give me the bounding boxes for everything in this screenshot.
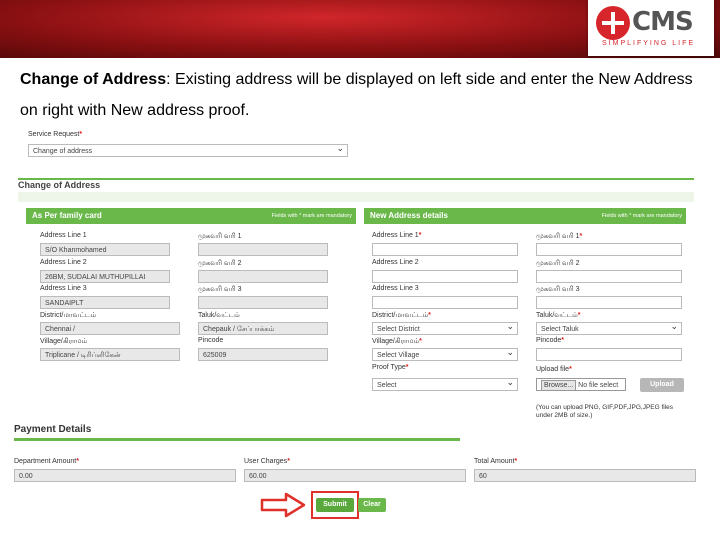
right-taluk-label: Taluk/வட்டம்* (536, 312, 581, 319)
left-address-2-field: 26BM, SUDALAI MUTHUPILLAI (40, 270, 170, 283)
right-proof-type-select[interactable]: Select (372, 378, 518, 391)
logo-name: cms (632, 7, 694, 37)
right-upload-label: Upload file* (536, 366, 572, 373)
form-screenshot: Service Request* Change of address Chang… (8, 128, 712, 536)
browse-button[interactable]: Browse... (541, 380, 577, 390)
right-address-2-label: Address Line 2 (372, 259, 419, 266)
left-district-field: Chennai / (40, 322, 180, 335)
right-address-1-ta-input[interactable] (536, 243, 682, 256)
left-address-1-label: Address Line 1 (40, 232, 87, 239)
right-panel-header: New Address details Fields with * mark a… (364, 208, 686, 224)
title-band (18, 192, 694, 202)
left-district-label: District/மாவட்டம் (40, 312, 97, 319)
payment-title: Payment Details (14, 424, 92, 435)
left-panel-title: As Per family card (32, 211, 102, 220)
department-amount-label: Department Amount* (14, 458, 79, 465)
left-village-label: Village/கிராமம் (40, 338, 88, 345)
right-taluk-select[interactable]: Select Taluk (536, 322, 682, 335)
right-address-2-input[interactable] (372, 270, 518, 283)
right-address-1-ta-label: முகவரி வரி 1* (536, 233, 583, 240)
logo-tagline: SIMPLIFYING LIFE (602, 40, 696, 47)
logo-emblem-icon (596, 6, 630, 40)
left-address-2-ta-field (198, 270, 328, 283)
left-panel-header: As Per family card Fields with * mark ar… (26, 208, 356, 224)
service-request-select[interactable]: Change of address (28, 144, 348, 157)
right-address-3-ta-input[interactable] (536, 296, 682, 309)
file-input[interactable]: Browse... No file select (536, 378, 626, 391)
pointer-arrow-icon (260, 492, 306, 518)
no-file-text: No file select (578, 382, 619, 389)
clear-button[interactable]: Clear (358, 498, 386, 512)
left-address-3-ta-label: முகவரி வரி 3 (198, 286, 242, 293)
slide-caption: Change of Address: Existing address will… (20, 64, 710, 126)
left-taluk-label: Taluk/வட்டம் (198, 312, 240, 319)
right-address-3-ta-label: முகவரி வரி 3 (536, 286, 580, 293)
page-title: Change of Address (18, 180, 101, 190)
right-pincode-label: Pincode* (536, 337, 565, 344)
right-address-3-input[interactable] (372, 296, 518, 309)
right-address-3-label: Address Line 3 (372, 285, 419, 292)
left-pincode-field: 625009 (198, 348, 328, 361)
right-panel-title: New Address details (370, 211, 448, 220)
left-mandatory-note: Fields with * mark are mandatory (271, 213, 352, 219)
left-address-3-label: Address Line 3 (40, 285, 87, 292)
left-address-2-label: Address Line 2 (40, 259, 87, 266)
cms-logo: cms SIMPLIFYING LIFE (588, 0, 714, 56)
service-request-label: Service Request* (28, 131, 83, 138)
department-amount-field: 0.00 (14, 469, 236, 482)
caption-heading: Change of Address (20, 71, 167, 88)
payment-rule (14, 438, 460, 441)
upload-hint: (You can upload PNG, GIF,PDF,JPG,JPEG fi… (536, 404, 674, 419)
left-pincode-label: Pincode (198, 337, 224, 344)
right-address-1-input[interactable] (372, 243, 518, 256)
left-taluk-field: Chepauk / சேப்பாக்கம் (198, 322, 328, 335)
right-village-label: Village/கிராமம்* (372, 338, 422, 345)
user-charges-label: User Charges* (244, 458, 290, 465)
left-address-3-field: SANDAIPLT (40, 296, 170, 309)
right-address-1-label: Address Line 1* (372, 232, 422, 239)
right-address-2-ta-label: முகவரி வரி 2 (536, 260, 580, 267)
left-address-3-ta-field (198, 296, 328, 309)
left-address-1-ta-field (198, 243, 328, 256)
total-amount-field: 60 (474, 469, 696, 482)
upload-button[interactable]: Upload (640, 378, 684, 392)
submit-button[interactable]: Submit (316, 498, 354, 512)
left-address-2-ta-label: முகவரி வரி 2 (198, 260, 242, 267)
right-proof-type-label: Proof Type* (372, 364, 409, 371)
right-district-label: District/மாவட்டம்* (372, 312, 431, 319)
right-village-select[interactable]: Select Village (372, 348, 518, 361)
left-address-1-field: S/O Khanmohamed (40, 243, 170, 256)
right-address-2-ta-input[interactable] (536, 270, 682, 283)
right-mandatory-note: Fields with * mark are mandatory (601, 213, 682, 219)
right-pincode-input[interactable] (536, 348, 682, 361)
total-amount-label: Total Amount* (474, 458, 518, 465)
left-address-1-ta-label: முகவரி வரி 1 (198, 233, 242, 240)
left-village-field: Triplicane / டிரிப்ளிகேன் (40, 348, 180, 361)
user-charges-field: 60.00 (244, 469, 466, 482)
right-district-select[interactable]: Select District (372, 322, 518, 335)
title-rule (18, 178, 694, 180)
